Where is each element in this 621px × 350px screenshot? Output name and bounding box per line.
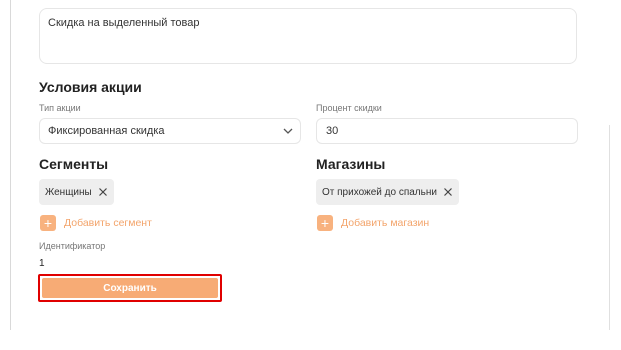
save-button-label: Сохранить	[103, 282, 157, 294]
add-segment-button[interactable]: + Добавить сегмент	[40, 215, 152, 231]
stores-title: Магазины	[316, 156, 386, 172]
store-chip: От прихожей до спальни	[316, 179, 459, 205]
close-icon[interactable]	[443, 187, 453, 197]
store-chip-label: От прихожей до спальни	[322, 186, 437, 198]
promo-conditions-title: Условия акции	[39, 79, 142, 95]
segments-title: Сегменты	[39, 156, 109, 172]
close-icon[interactable]	[98, 187, 108, 197]
segment-chip-label: Женщины	[45, 186, 92, 198]
add-store-button[interactable]: + Добавить магазин	[317, 215, 429, 231]
discount-percent-value: 30	[326, 125, 339, 137]
plus-icon: +	[317, 215, 333, 231]
promo-type-select[interactable]: Фиксированная скидка	[39, 118, 301, 144]
identifier-label: Идентификатор	[39, 241, 106, 251]
left-divider	[10, 0, 11, 330]
save-button-highlight: Сохранить	[38, 274, 222, 302]
discount-percent-input[interactable]: 30	[316, 118, 578, 144]
promo-type-value: Фиксированная скидка	[48, 125, 165, 137]
add-segment-label: Добавить сегмент	[64, 217, 152, 229]
right-scrollbar-track	[609, 125, 610, 330]
description-textarea[interactable]: Скидка на выделенный товар	[39, 8, 577, 64]
save-button[interactable]: Сохранить	[42, 278, 218, 298]
promo-type-label: Тип акции	[39, 103, 81, 113]
description-text: Скидка на выделенный товар	[48, 17, 200, 29]
identifier-value: 1	[39, 258, 45, 269]
discount-percent-label: Процент скидки	[316, 103, 382, 113]
plus-icon: +	[40, 215, 56, 231]
segment-chip: Женщины	[39, 179, 114, 205]
add-store-label: Добавить магазин	[341, 217, 430, 229]
chevron-down-icon	[283, 128, 293, 134]
